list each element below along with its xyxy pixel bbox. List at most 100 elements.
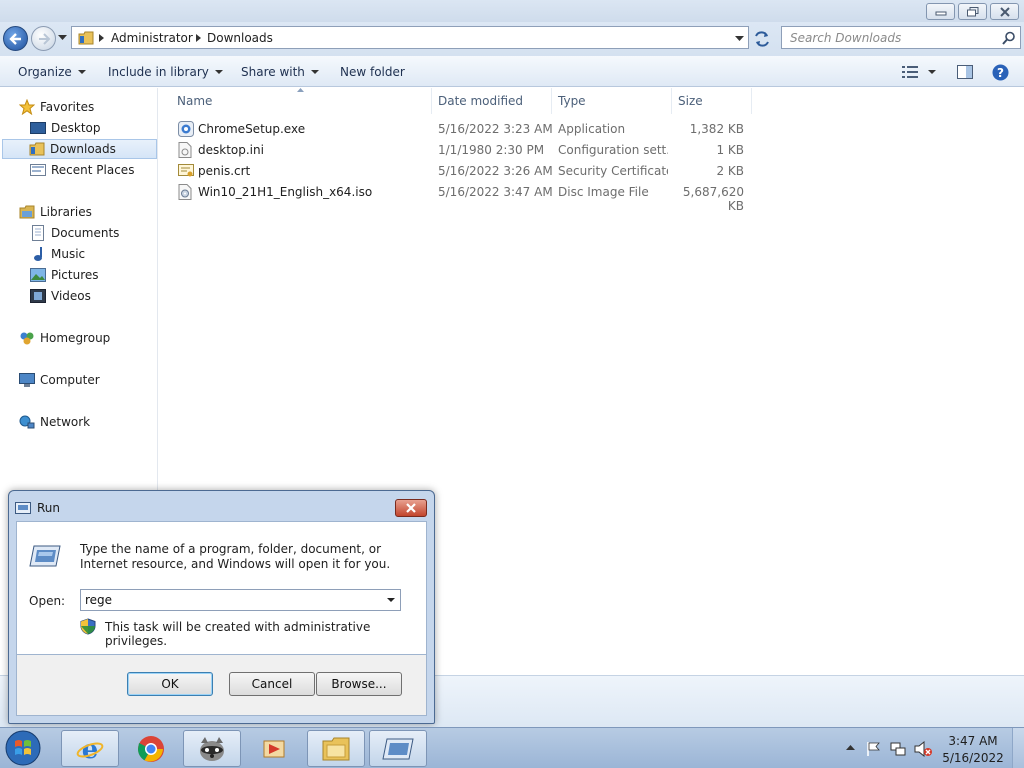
nav-pictures[interactable]: Pictures bbox=[29, 265, 156, 285]
network-status-icon[interactable] bbox=[890, 741, 906, 757]
nav-music[interactable]: Music bbox=[29, 244, 156, 264]
open-dropdown-icon[interactable] bbox=[387, 598, 395, 603]
run-title: Run bbox=[37, 501, 61, 515]
cancel-button[interactable]: Cancel bbox=[229, 672, 315, 696]
nav-network[interactable]: Network bbox=[18, 412, 156, 432]
new-folder-label: New folder bbox=[340, 65, 405, 79]
forward-button[interactable] bbox=[31, 26, 56, 51]
downloads-folder-icon bbox=[28, 141, 46, 157]
restore-icon bbox=[966, 7, 978, 17]
nav-libraries-label: Libraries bbox=[40, 205, 92, 219]
column-header-type[interactable]: Type bbox=[552, 88, 672, 114]
include-in-library-menu[interactable]: Include in library bbox=[108, 65, 223, 79]
organize-label: Organize bbox=[18, 65, 72, 79]
help-icon[interactable]: ? bbox=[992, 64, 1009, 81]
open-input[interactable] bbox=[85, 592, 375, 608]
run-close-button[interactable] bbox=[395, 499, 427, 517]
restore-button[interactable] bbox=[958, 3, 987, 20]
recent-pages-chevron-icon[interactable] bbox=[58, 35, 67, 41]
column-header-date-modified[interactable]: Date modified bbox=[432, 88, 552, 114]
music-icon bbox=[29, 246, 47, 262]
breadcrumb-chevron-icon[interactable] bbox=[99, 34, 105, 42]
volume-muted-icon[interactable] bbox=[914, 741, 932, 757]
search-input[interactable]: Search Downloads bbox=[790, 31, 901, 45]
nav-libraries[interactable]: Libraries bbox=[18, 202, 156, 222]
breadcrumb-chevron-icon[interactable] bbox=[196, 34, 202, 42]
file-date: 5/16/2022 3:47 AM bbox=[438, 185, 553, 199]
run-dialog-footer: OK Cancel Browse... bbox=[16, 655, 427, 716]
nav-recent-places[interactable]: Recent Places bbox=[29, 160, 156, 180]
file-row[interactable]: ChromeSetup.exe 5/16/2022 3:23 AM Applic… bbox=[172, 119, 752, 139]
minimize-button[interactable] bbox=[926, 3, 955, 20]
desktop-icon bbox=[29, 120, 47, 136]
share-with-menu[interactable]: Share with bbox=[241, 65, 319, 79]
file-row[interactable]: desktop.ini 1/1/1980 2:30 PM Configurati… bbox=[172, 140, 752, 160]
taskbar-windows-explorer[interactable] bbox=[307, 730, 365, 767]
action-center-flag-icon[interactable] bbox=[866, 741, 880, 757]
nav-desktop[interactable]: Desktop bbox=[29, 118, 156, 138]
nav-homegroup[interactable]: Homegroup bbox=[18, 328, 156, 348]
show-desktop-button[interactable] bbox=[1012, 728, 1024, 768]
run-program-icon bbox=[29, 545, 61, 567]
nav-network-label: Network bbox=[40, 415, 91, 429]
include-in-library-label: Include in library bbox=[108, 65, 209, 79]
file-size: 2 KB bbox=[716, 164, 744, 178]
close-icon bbox=[406, 503, 416, 513]
nav-pictures-label: Pictures bbox=[51, 268, 99, 282]
show-hidden-icons-icon[interactable] bbox=[846, 745, 855, 751]
nav-downloads-label: Downloads bbox=[50, 142, 116, 156]
preview-pane-icon[interactable] bbox=[957, 65, 973, 79]
address-dropdown-icon[interactable] bbox=[735, 36, 744, 42]
admin-privileges-note: This task will be created with administr… bbox=[105, 620, 371, 648]
address-bar[interactable]: Administrator Downloads bbox=[71, 26, 749, 49]
new-folder-button[interactable]: New folder bbox=[340, 65, 405, 79]
taskbar-internet-explorer[interactable]: e bbox=[61, 730, 119, 767]
organize-menu[interactable]: Organize bbox=[18, 65, 86, 79]
file-row[interactable]: penis.crt 5/16/2022 3:26 AM Security Cer… bbox=[172, 161, 752, 181]
svg-text:?: ? bbox=[997, 66, 1004, 80]
nav-videos[interactable]: Videos bbox=[29, 286, 156, 306]
search-box[interactable]: Search Downloads bbox=[781, 26, 1021, 49]
search-icon[interactable] bbox=[1002, 31, 1016, 45]
nav-desktop-label: Desktop bbox=[51, 121, 101, 135]
taskbar-raccoon-app[interactable] bbox=[183, 730, 241, 767]
view-options-chevron-icon[interactable] bbox=[928, 70, 936, 75]
taskbar: e 3:47 AM 5/16/2022 bbox=[0, 727, 1024, 768]
open-label: Open: bbox=[29, 594, 66, 608]
videos-icon bbox=[29, 288, 47, 304]
start-button[interactable] bbox=[4, 729, 46, 767]
close-icon bbox=[999, 7, 1010, 17]
back-button[interactable] bbox=[3, 26, 28, 51]
file-date: 5/16/2022 3:26 AM bbox=[438, 164, 553, 178]
nav-computer[interactable]: Computer bbox=[18, 370, 156, 390]
close-button[interactable] bbox=[990, 3, 1019, 20]
taskbar-chrome[interactable] bbox=[122, 730, 180, 767]
file-row[interactable]: Win10_21H1_English_x64.iso 5/16/2022 3:4… bbox=[172, 182, 752, 213]
file-name: Win10_21H1_English_x64.iso bbox=[198, 185, 373, 199]
nav-documents[interactable]: Documents bbox=[29, 223, 156, 243]
svg-text:e: e bbox=[82, 735, 99, 763]
nav-downloads[interactable]: Downloads bbox=[2, 139, 157, 159]
file-size: 1,382 KB bbox=[689, 122, 744, 136]
column-header-size[interactable]: Size bbox=[672, 88, 752, 114]
taskbar-run-dialog[interactable] bbox=[369, 730, 427, 767]
clock-time[interactable]: 3:47 AM bbox=[940, 734, 1006, 748]
pictures-icon bbox=[29, 267, 47, 283]
breadcrumb-administrator[interactable]: Administrator bbox=[111, 31, 193, 45]
browse-button[interactable]: Browse... bbox=[316, 672, 402, 696]
breadcrumb-downloads[interactable]: Downloads bbox=[207, 31, 273, 45]
nav-videos-label: Videos bbox=[51, 289, 91, 303]
nav-favorites[interactable]: Favorites bbox=[18, 97, 156, 117]
ok-button[interactable]: OK bbox=[127, 672, 213, 696]
folder-icon bbox=[78, 31, 94, 45]
windows-start-icon bbox=[5, 730, 41, 766]
disc-image-icon bbox=[178, 184, 192, 200]
open-combobox[interactable] bbox=[80, 589, 401, 611]
libraries-icon bbox=[18, 204, 36, 220]
run-dialog-body: Type the name of a program, folder, docu… bbox=[16, 521, 427, 655]
change-view-icon[interactable] bbox=[902, 66, 918, 78]
clock-date[interactable]: 5/16/2022 bbox=[940, 751, 1006, 765]
taskbar-media-app[interactable] bbox=[245, 730, 303, 767]
media-player-icon bbox=[263, 740, 285, 757]
refresh-icon[interactable] bbox=[752, 30, 772, 48]
